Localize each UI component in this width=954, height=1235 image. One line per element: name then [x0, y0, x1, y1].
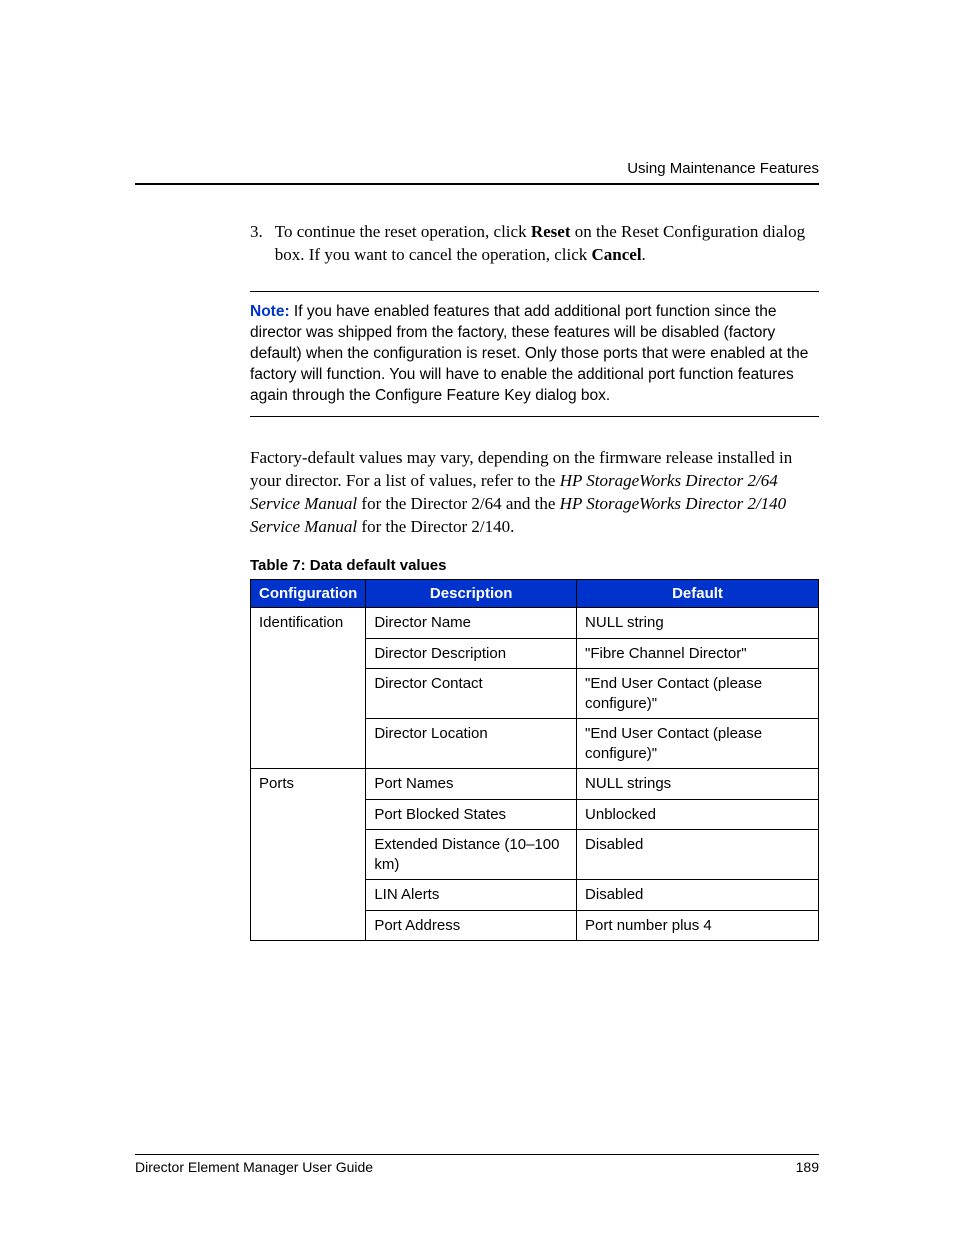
reset-bold: Reset	[531, 222, 571, 241]
table-row: Port Blocked States Unblocked	[251, 799, 819, 830]
page-footer: Director Element Manager User Guide 189	[135, 1154, 819, 1175]
step-number: 3.	[250, 221, 263, 267]
note-box: Note: If you have enabled features that …	[250, 291, 819, 418]
step-text: To continue the reset operation, click R…	[275, 221, 819, 267]
table-row: Extended Distance (10–100 km) Disabled	[251, 830, 819, 880]
cancel-bold: Cancel	[592, 245, 642, 264]
step-3: 3. To continue the reset operation, clic…	[250, 221, 819, 267]
chapter-title: Using Maintenance Features	[627, 160, 819, 177]
factory-paragraph: Factory-default values may vary, dependi…	[250, 447, 819, 539]
table-caption: Table 7: Data default values	[250, 557, 819, 574]
table-row: Ports Port Names NULL strings	[251, 769, 819, 800]
footer-title: Director Element Manager User Guide	[135, 1159, 373, 1175]
chapter-header: Using Maintenance Features	[135, 160, 819, 185]
note-label: Note:	[250, 303, 290, 320]
table-row: LIN Alerts Disabled	[251, 880, 819, 911]
table-row: Director Description "Fibre Channel Dire…	[251, 638, 819, 669]
th-description: Description	[366, 580, 577, 608]
page-number: 189	[796, 1159, 819, 1175]
th-configuration: Configuration	[251, 580, 366, 608]
table-row: Director Location "End User Contact (ple…	[251, 719, 819, 769]
table-row: Port Address Port number plus 4	[251, 910, 819, 941]
note-body: If you have enabled features that add ad…	[250, 303, 808, 404]
th-default: Default	[577, 580, 819, 608]
table-row: Identification Director Name NULL string	[251, 608, 819, 639]
table-row: Director Contact "End User Contact (plea…	[251, 669, 819, 719]
data-default-table: Configuration Description Default Identi…	[250, 579, 819, 941]
